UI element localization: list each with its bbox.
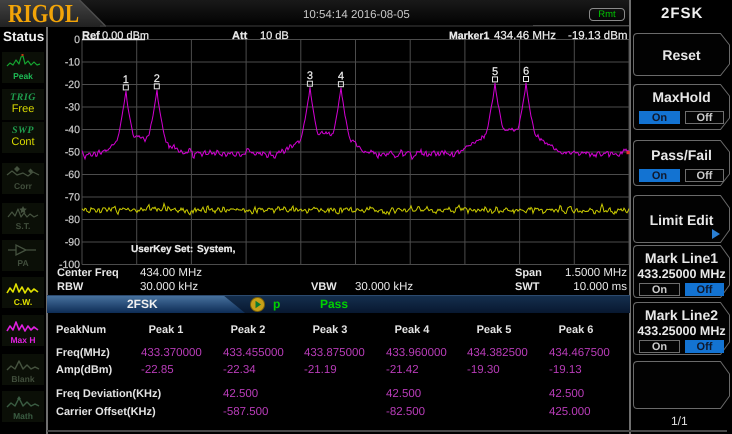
- svg-text:Carrier Offset(KHz): Carrier Offset(KHz): [56, 406, 156, 418]
- svg-text:Amp(dBm): Amp(dBm): [56, 364, 113, 376]
- svg-text:PeakNum: PeakNum: [56, 324, 106, 336]
- svg-text:Peak 1: Peak 1: [149, 324, 184, 336]
- svg-text:Peak 3: Peak 3: [313, 324, 348, 336]
- svg-text:-21.42: -21.42: [386, 364, 419, 376]
- svg-text:-19.13: -19.13: [549, 364, 582, 376]
- svg-text:Freq(MHz): Freq(MHz): [56, 347, 110, 359]
- svg-text:Peak 4: Peak 4: [395, 324, 431, 336]
- svg-text:433.455000: 433.455000: [223, 347, 284, 359]
- svg-text:42.500: 42.500: [386, 388, 421, 400]
- svg-text:433.875000: 433.875000: [304, 347, 365, 359]
- svg-text:Peak 6: Peak 6: [559, 324, 594, 336]
- svg-text:434.382500: 434.382500: [467, 347, 528, 359]
- svg-text:Peak 5: Peak 5: [477, 324, 512, 336]
- svg-text:Freq Deviation(KHz): Freq Deviation(KHz): [56, 388, 161, 400]
- svg-text:434.467500: 434.467500: [549, 347, 610, 359]
- svg-text:425.000: 425.000: [549, 406, 591, 418]
- svg-text:42.500: 42.500: [549, 388, 584, 400]
- svg-text:433.370000: 433.370000: [141, 347, 202, 359]
- svg-text:-82.500: -82.500: [386, 406, 425, 418]
- svg-text:-22.85: -22.85: [141, 364, 174, 376]
- svg-text:Peak 2: Peak 2: [231, 324, 266, 336]
- svg-text:433.960000: 433.960000: [386, 347, 447, 359]
- svg-text:-19.30: -19.30: [467, 364, 500, 376]
- svg-text:-22.34: -22.34: [223, 364, 256, 376]
- svg-text:-21.19: -21.19: [304, 364, 337, 376]
- svg-text:42.500: 42.500: [223, 388, 258, 400]
- svg-text:-587.500: -587.500: [223, 406, 268, 418]
